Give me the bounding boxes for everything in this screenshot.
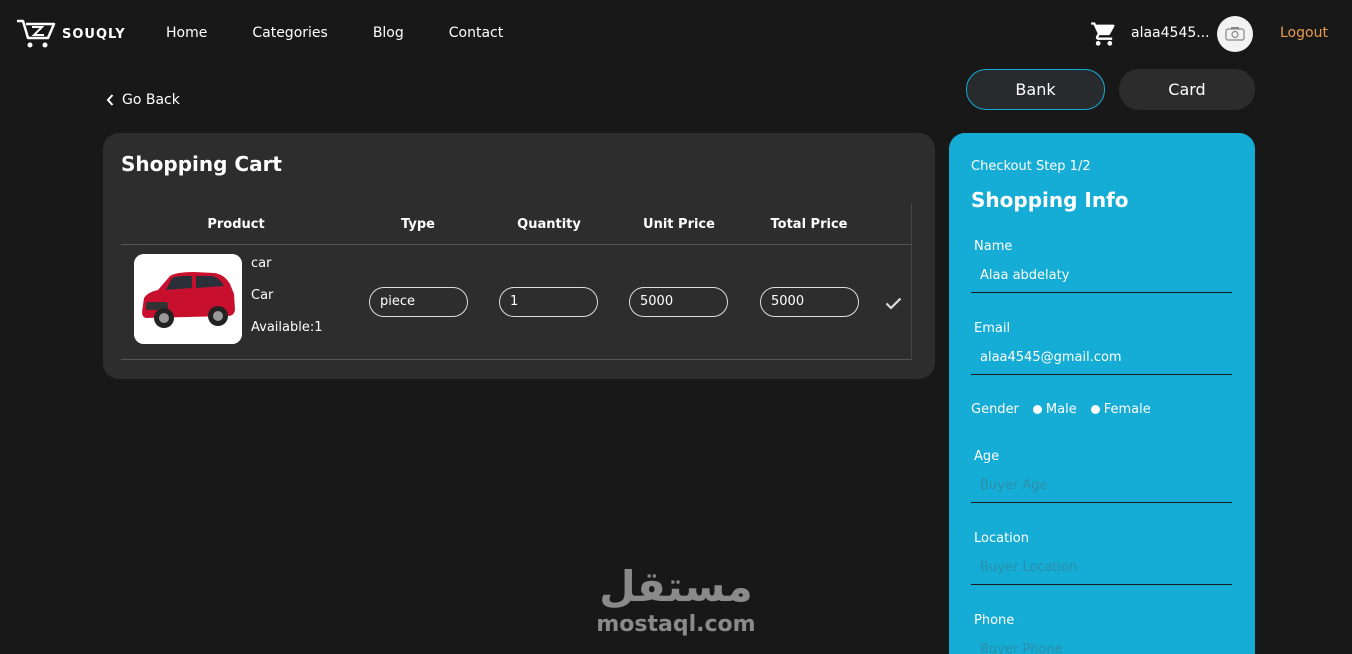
cart-logo-icon: [17, 19, 56, 48]
age-label: Age: [974, 449, 1000, 464]
cart-title: Shopping Cart: [121, 152, 282, 176]
shopping-info-title: Shopping Info: [971, 188, 1129, 212]
nav-blog[interactable]: Blog: [373, 25, 404, 41]
checkout-step: Checkout Step 1/2: [971, 159, 1091, 174]
location-field[interactable]: Buyer Location: [971, 553, 1232, 585]
unit-price-field[interactable]: 5000: [629, 287, 728, 317]
go-back-label: Go Back: [122, 92, 180, 108]
watermark: مستقل mostaql.com: [594, 560, 758, 636]
cart-table-header: Product Type Quantity Unit Price Total P…: [121, 203, 911, 245]
shopping-info-panel: Checkout Step 1/2 Shopping Info Name Ala…: [949, 133, 1255, 654]
gender-female-label: Female: [1103, 402, 1151, 417]
brand-name: SOUQLY: [62, 26, 126, 42]
product-availability: Available:1: [251, 320, 323, 335]
check-icon[interactable]: [885, 295, 902, 314]
phone-field[interactable]: Buyer Phone: [971, 635, 1232, 654]
age-field[interactable]: Buyer Age: [971, 471, 1232, 503]
nav-categories[interactable]: Categories: [252, 25, 327, 41]
main-nav: Home Categories Blog Contact: [166, 25, 548, 41]
location-label: Location: [974, 531, 1029, 546]
header-product: Product: [207, 217, 265, 232]
gender-female-radio[interactable]: Female: [1090, 402, 1151, 417]
shopping-cart-icon[interactable]: [1090, 20, 1118, 52]
nav-contact[interactable]: Contact: [449, 25, 503, 41]
chevron-left-icon: [106, 94, 114, 106]
header-unit-price: Unit Price: [643, 217, 715, 232]
logout-link[interactable]: Logout: [1280, 25, 1328, 41]
radio-icon: [1090, 405, 1100, 414]
header-type: Type: [401, 217, 435, 232]
type-field[interactable]: piece: [369, 287, 468, 317]
name-label: Name: [974, 239, 1013, 254]
gender-male-label: Male: [1045, 402, 1077, 417]
tab-card[interactable]: Card: [1119, 69, 1255, 110]
tab-bank[interactable]: Bank: [966, 69, 1105, 110]
avatar[interactable]: [1217, 16, 1253, 52]
phone-label: Phone: [974, 613, 1015, 628]
email-label: Email: [974, 321, 1011, 336]
go-back-button[interactable]: Go Back: [106, 92, 180, 108]
gender-label: Gender: [971, 402, 1019, 417]
watermark-latin: mostaql.com: [596, 612, 756, 637]
quantity-field[interactable]: 1: [499, 287, 598, 317]
product-category: Car: [251, 288, 274, 303]
name-field[interactable]: Alaa abdelaty: [971, 261, 1232, 293]
radio-icon: [1032, 405, 1042, 414]
product-image: [134, 254, 242, 344]
header-total-price: Total Price: [770, 217, 848, 232]
header-quantity: Quantity: [517, 217, 581, 232]
product-name: car: [251, 256, 272, 271]
nav-home[interactable]: Home: [166, 25, 207, 41]
brand-logo[interactable]: SOUQLY: [16, 18, 126, 50]
gender-group: Gender Male Female: [971, 402, 1151, 417]
page-root: SOUQLY Home Categories Blog Contact alaa…: [0, 0, 1352, 654]
username[interactable]: alaa4545...: [1131, 25, 1210, 41]
shopping-cart-panel: Shopping Cart Product Type Quantity Unit…: [103, 133, 935, 379]
email-field[interactable]: alaa4545@gmail.com: [971, 343, 1232, 375]
total-price-field[interactable]: 5000: [760, 287, 859, 317]
cart-table: Product Type Quantity Unit Price Total P…: [121, 203, 912, 360]
gender-male-radio[interactable]: Male: [1032, 402, 1077, 417]
watermark-arabic: مستقل: [599, 562, 753, 611]
camera-icon: [1225, 27, 1245, 41]
table-row: car Car Available:1 piece 1 5000 5000: [121, 245, 911, 360]
